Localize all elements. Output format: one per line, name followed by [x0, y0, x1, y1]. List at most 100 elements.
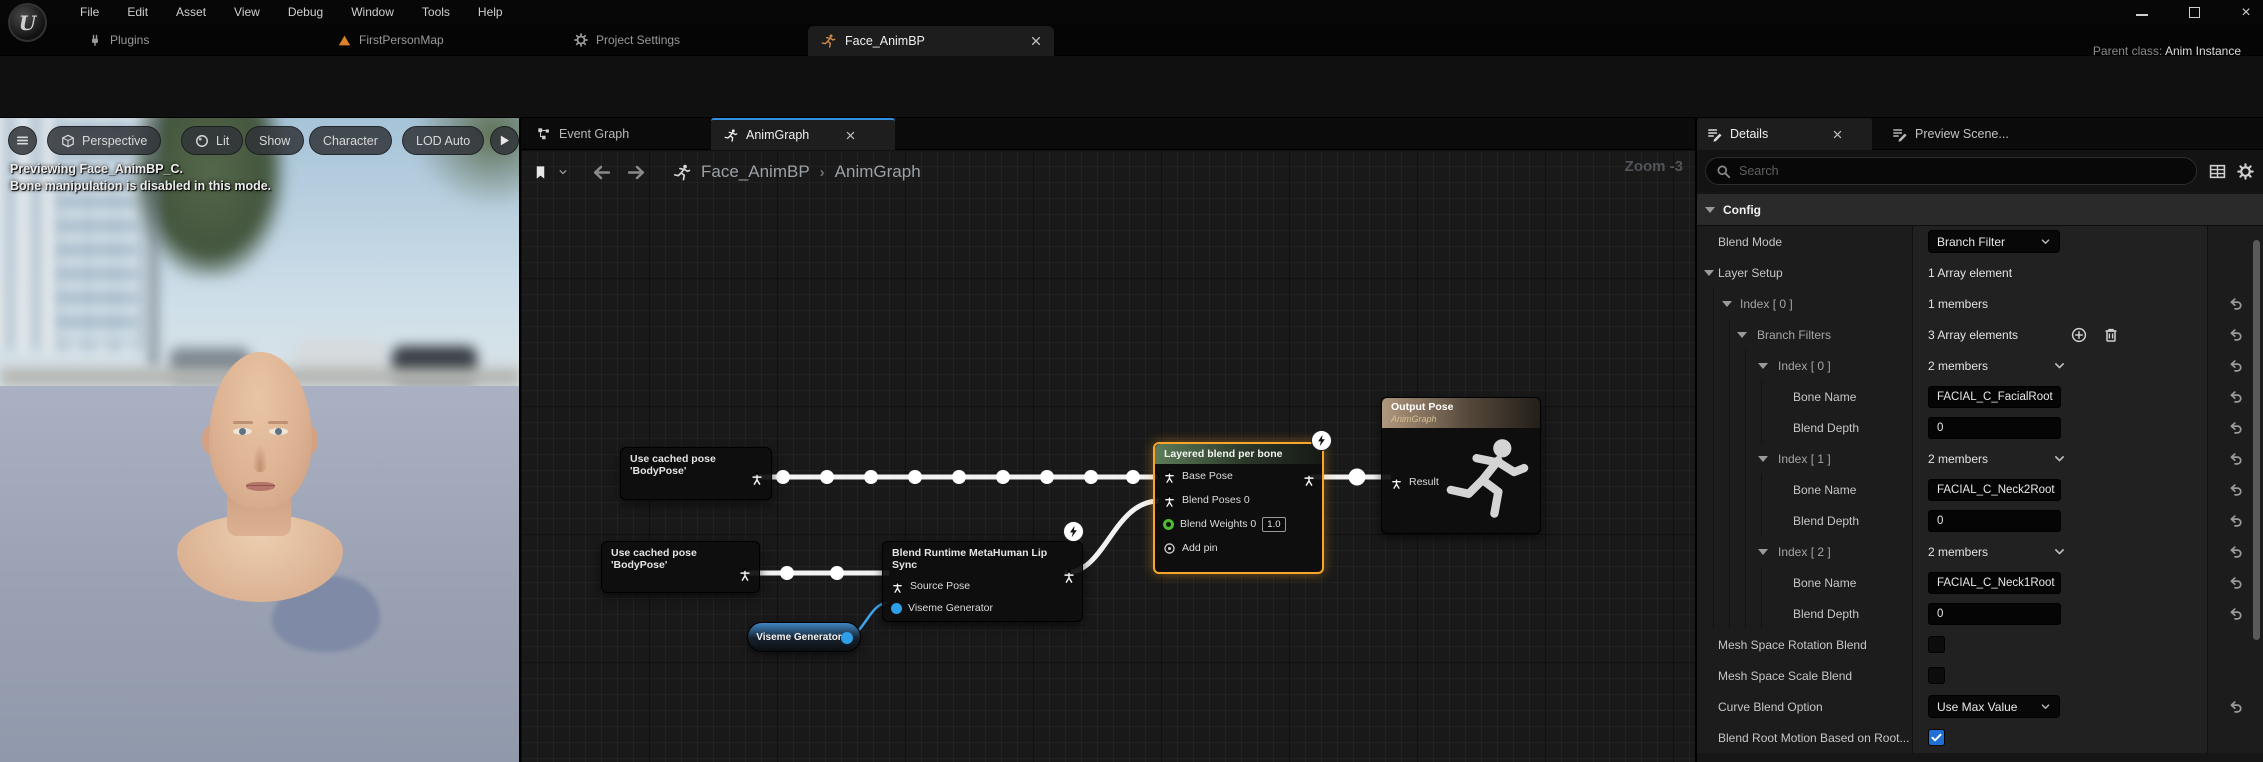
search-box[interactable] [1705, 157, 2197, 185]
menu-help[interactable]: Help [478, 5, 503, 19]
reset-to-default-icon[interactable] [2228, 296, 2243, 311]
pose-input-pin[interactable] [891, 580, 904, 593]
chevron-down-icon[interactable] [2040, 236, 2051, 247]
menu-window[interactable]: Window [351, 5, 394, 19]
reset-to-default-icon[interactable] [2228, 513, 2243, 528]
chevron-down-icon[interactable] [2053, 452, 2066, 465]
details-row[interactable]: Mesh Space Rotation Blend [1697, 629, 2263, 660]
expander-icon[interactable] [1758, 363, 1768, 369]
blend-weight-value[interactable]: 1.0 [1262, 517, 1285, 532]
expander-icon[interactable] [1704, 270, 1714, 276]
expander-icon[interactable] [1737, 332, 1747, 338]
details-row[interactable]: Blend ModeBranch Filter [1697, 226, 2263, 257]
value-dropdown[interactable]: Branch Filter [1928, 230, 2060, 253]
node-output-pose[interactable]: Output Pose AnimGraph Result [1381, 397, 1541, 534]
reset-to-default-icon[interactable] [2228, 358, 2243, 373]
reset-to-default-icon[interactable] [2228, 699, 2243, 714]
forward-arrow-icon[interactable] [627, 164, 646, 181]
chevron-down-icon[interactable] [558, 167, 568, 177]
value-input[interactable]: 0 [1928, 417, 2061, 439]
reset-to-default-icon[interactable] [2228, 606, 2243, 621]
menu-debug[interactable]: Debug [288, 5, 323, 19]
close-tab-icon[interactable] [1030, 35, 1042, 47]
pose-input-pin[interactable] [1163, 470, 1176, 483]
add-array-element-icon[interactable] [2071, 327, 2087, 343]
node-blend-lipsync[interactable]: Blend Runtime MetaHuman Lip Sync Source … [882, 541, 1083, 622]
blend-weights-pin[interactable] [1163, 519, 1174, 530]
menu-file[interactable]: File [80, 5, 99, 19]
details-scrollbar[interactable] [2253, 240, 2260, 640]
value-input[interactable]: FACIAL_C_FacialRoot [1928, 386, 2061, 408]
details-row[interactable]: Blend Depth0 [1697, 505, 2263, 536]
menu-asset[interactable]: Asset [176, 5, 206, 19]
value-input[interactable]: 0 [1928, 510, 2061, 532]
display-filter-icon[interactable] [2209, 163, 2226, 180]
value-checkbox[interactable] [1928, 667, 1945, 684]
reset-to-default-icon[interactable] [2228, 327, 2243, 342]
animgraph-panel[interactable]: Event Graph AnimGraph Face_AnimBP › Anim… [521, 118, 1697, 762]
node-layered-blend-per-bone[interactable]: Layered blend per bone Base Pose Blend P… [1153, 442, 1324, 574]
details-row[interactable]: Bone NameFACIAL_C_Neck1Root [1697, 567, 2263, 598]
value-dropdown[interactable]: Use Max Value [1928, 695, 2060, 718]
chevron-down-icon[interactable] [2040, 701, 2051, 712]
value-input[interactable]: FACIAL_C_Neck2Root [1928, 479, 2061, 501]
lod-dropdown[interactable]: LOD Auto [402, 126, 484, 155]
details-row[interactable]: Blend Depth0 [1697, 598, 2263, 629]
tab-plugins[interactable]: Plugins [88, 24, 149, 56]
node-use-cached-pose-bottom[interactable]: Use cached pose 'BodyPose' [601, 541, 760, 593]
details-row[interactable]: Index [ 2 ]2 members [1697, 536, 2263, 567]
tab-preview-scene[interactable]: Preview Scene... [1882, 118, 2019, 150]
node-viseme-generator[interactable]: Viseme Generator [747, 622, 861, 652]
tab-animgraph[interactable]: AnimGraph [711, 118, 895, 150]
reset-to-default-icon[interactable] [2228, 451, 2243, 466]
value-checkbox[interactable] [1928, 636, 1945, 653]
details-row[interactable]: Branch Filters3 Array elements [1697, 319, 2263, 350]
pose-output-pin[interactable] [738, 567, 752, 581]
breadcrumb-root[interactable]: Face_AnimBP [701, 162, 810, 182]
viewport-play-button[interactable] [490, 126, 519, 155]
details-row[interactable]: Curve Blend OptionUse Max Value [1697, 691, 2263, 722]
viseme-input-pin[interactable] [891, 603, 902, 614]
expander-icon[interactable] [1758, 549, 1768, 555]
tab-face-animbp[interactable]: Face_AnimBP [808, 26, 1054, 56]
pose-input-pin[interactable] [1163, 494, 1176, 507]
details-row[interactable]: Layer Setup1 Array element [1697, 257, 2263, 288]
search-input[interactable] [1739, 164, 2159, 178]
details-row[interactable]: Mesh Space Scale Blend [1697, 660, 2263, 691]
menu-edit[interactable]: Edit [127, 5, 148, 19]
reset-to-default-icon[interactable] [2228, 389, 2243, 404]
tab-event-graph[interactable]: Event Graph [525, 118, 641, 150]
details-row[interactable]: Index [ 1 ]2 members [1697, 443, 2263, 474]
tab-details[interactable]: Details [1697, 118, 1872, 150]
result-input-pin[interactable] [1390, 476, 1403, 489]
pose-output-pin[interactable] [1302, 472, 1316, 486]
menu-tools[interactable]: Tools [422, 5, 450, 19]
character-dropdown[interactable]: Character [309, 126, 392, 155]
clear-array-icon[interactable] [2103, 327, 2119, 343]
reset-to-default-icon[interactable] [2228, 575, 2243, 590]
value-input[interactable]: FACIAL_C_Neck1Root [1928, 572, 2061, 594]
expander-icon[interactable] [1705, 207, 1715, 213]
perspective-dropdown[interactable]: Perspective [47, 126, 161, 155]
chevron-down-icon[interactable] [2053, 545, 2066, 558]
lit-dropdown[interactable]: Lit [181, 126, 243, 155]
chevron-down-icon[interactable] [2053, 359, 2066, 372]
show-dropdown[interactable]: Show [245, 126, 304, 155]
section-config[interactable]: Config [1697, 194, 2263, 226]
expander-icon[interactable] [1722, 301, 1732, 307]
reset-to-default-icon[interactable] [2228, 544, 2243, 559]
menu-view[interactable]: View [234, 5, 260, 19]
details-row[interactable]: Index [ 0 ]1 members [1697, 288, 2263, 319]
viewport-menu-button[interactable] [8, 126, 37, 155]
details-row[interactable]: Bone NameFACIAL_C_Neck2Root [1697, 474, 2263, 505]
add-pin-icon[interactable] [1163, 542, 1176, 555]
viseme-output-pin[interactable] [841, 632, 853, 644]
details-row[interactable]: Blend Depth0 [1697, 412, 2263, 443]
close-tab-icon[interactable] [1832, 129, 1843, 140]
details-row[interactable]: Bone NameFACIAL_C_FacialRoot [1697, 381, 2263, 412]
details-row[interactable]: Index [ 0 ]2 members [1697, 350, 2263, 381]
reset-to-default-icon[interactable] [2228, 420, 2243, 435]
minimize-button[interactable] [2133, 6, 2151, 21]
expander-icon[interactable] [1758, 456, 1768, 462]
back-arrow-icon[interactable] [592, 164, 611, 181]
